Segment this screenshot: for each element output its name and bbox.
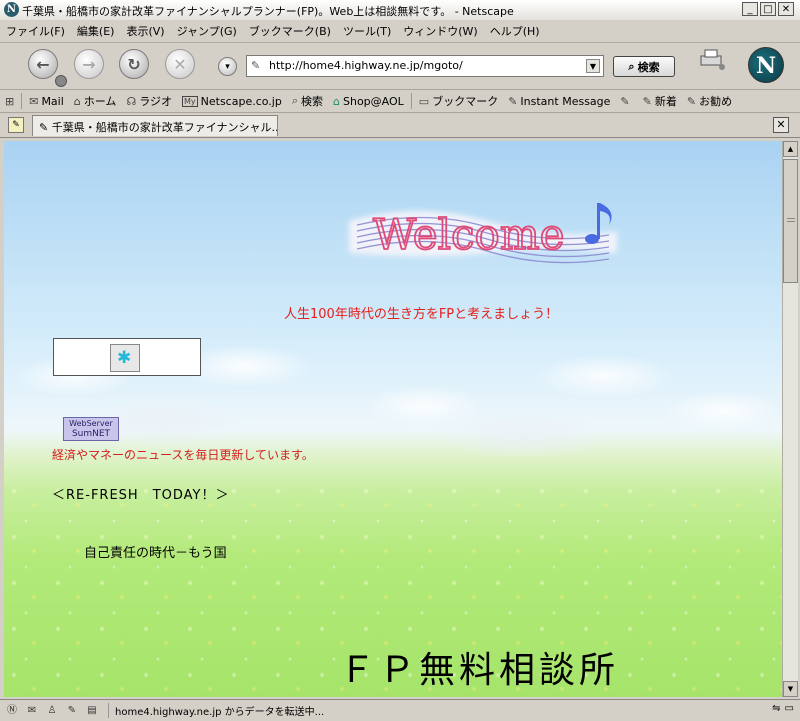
- menu-bookmarks[interactable]: ブックマーク(B): [243, 23, 337, 39]
- netscape-status-icon[interactable]: Ⓝ: [4, 704, 20, 718]
- composer-icon[interactable]: ✎: [64, 704, 80, 718]
- tab-bar: ✎ ✎ 千葉県・船橋市の家計改革ファイナンシャル... ✕: [0, 113, 800, 138]
- bookmark-shop-aol[interactable]: ⌂ Shop@AOL: [328, 95, 409, 108]
- netscape-logo[interactable]: N: [748, 47, 784, 83]
- navigation-toolbar: ← → ↻ ✕ ▾ ✎ http://home4.highway.ne.jp/m…: [0, 43, 800, 90]
- connection-icon: ⇋: [772, 703, 781, 714]
- print-icon[interactable]: [698, 48, 726, 70]
- status-right-icons: ⇋ ▭: [772, 703, 794, 714]
- menu-go[interactable]: ジャンプ(G): [171, 23, 243, 39]
- link-icon: ✎: [642, 94, 652, 108]
- close-tab-button[interactable]: ✕: [773, 117, 789, 133]
- folder-icon: ▭: [418, 94, 430, 108]
- bookmark-unnamed[interactable]: ✎: [615, 95, 637, 108]
- tagline: 人生100年時代の生き方をFPと考えましょう！: [284, 307, 559, 322]
- url-bar[interactable]: ✎ http://home4.highway.ne.jp/mgoto/ ▼: [246, 55, 604, 77]
- mail-icon: ✉: [29, 94, 39, 108]
- menu-help[interactable]: ヘルプ(H): [484, 23, 546, 39]
- mail-status-icon[interactable]: ✉: [24, 704, 40, 718]
- scroll-up-button[interactable]: ▲: [783, 141, 798, 157]
- shop-icon: ⌂: [333, 94, 340, 108]
- radio-icon: ☊: [126, 94, 137, 108]
- welcome-text: Welcome: [373, 210, 565, 259]
- missing-plugin-icon: ✱: [110, 344, 140, 372]
- status-text: home4.highway.ne.jp からデータを転送中...: [108, 703, 324, 718]
- bookmarks-toolbar: ⊞ ✉ Mail ⌂ ホーム ☊ ラジオ My Netscape.co.jp ⌕ 検索 ⌂…: [0, 90, 800, 113]
- netscape-app-icon: N: [4, 2, 19, 17]
- tab-icon: ⊞: [5, 94, 15, 108]
- forward-button[interactable]: →: [74, 49, 104, 79]
- maximize-button[interactable]: □: [760, 2, 776, 16]
- menu-bar: ファイル(F) 編集(E) 表示(V) ジャンプ(G) ブックマーク(B) ツー…: [0, 20, 800, 43]
- bookmark-home-tab[interactable]: ⊞: [0, 95, 19, 108]
- magnifier-icon: ⌕: [628, 59, 635, 73]
- menu-tools[interactable]: ツール(T): [337, 23, 397, 39]
- bookmark-new[interactable]: ✎ 新着: [638, 93, 682, 109]
- search-button[interactable]: ⌕ 検索: [613, 56, 675, 77]
- status-bar: Ⓝ ✉ ♙ ✎ ▤ home4.highway.ne.jp からデータを転送中.…: [0, 699, 800, 721]
- address-book-icon[interactable]: ▤: [84, 704, 100, 718]
- self-responsibility-text: 自己責任の時代－もう国: [84, 546, 227, 561]
- bookmark-radio[interactable]: ☊ ラジオ: [121, 93, 177, 109]
- plugin-placeholder[interactable]: ✱: [53, 338, 201, 376]
- im-status-icon[interactable]: ♙: [44, 704, 60, 718]
- home-icon: ⌂: [73, 94, 81, 108]
- menu-file[interactable]: ファイル(F): [0, 23, 71, 39]
- bookmark-home[interactable]: ⌂ ホーム: [69, 93, 122, 109]
- bookmark-recommended[interactable]: ✎ お勧め: [682, 93, 737, 109]
- security-icon: ▭: [784, 703, 794, 714]
- message-icon: ✎: [508, 94, 518, 108]
- my-netscape-icon: My: [182, 95, 198, 107]
- bookmark-mail[interactable]: ✉ Mail: [24, 95, 69, 108]
- bookmark-netscape[interactable]: My Netscape.co.jp: [177, 95, 287, 108]
- welcome-banner: Welcome: [337, 191, 627, 271]
- tab-page-icon: ✎: [39, 121, 52, 134]
- link-icon: ✎: [686, 94, 697, 108]
- back-history-dropdown[interactable]: [55, 75, 67, 87]
- reload-button[interactable]: ↻: [119, 49, 149, 79]
- menu-window[interactable]: ウィンドウ(W): [397, 23, 483, 39]
- title-bar: N 千葉県・船橋市の家計改革ファイナンシャルプランナー(FP)。Web上は相談無…: [0, 0, 800, 21]
- bookmark-instant-message[interactable]: ✎ Instant Message: [503, 95, 615, 108]
- menu-edit[interactable]: 編集(E): [71, 23, 121, 39]
- stop-button[interactable]: ✕: [165, 49, 195, 79]
- vertical-scrollbar[interactable]: ▲ ▼: [782, 141, 798, 697]
- fp-title: ＦＰ無料相談所: [339, 650, 620, 691]
- separator: [21, 93, 23, 109]
- grip-icon: [787, 218, 795, 224]
- url-text: http://home4.highway.ne.jp/mgoto/: [269, 59, 463, 72]
- tab-label: 千葉県・船橋市の家計改革ファイナンシャル...: [51, 121, 278, 134]
- url-history-dropdown[interactable]: ▾: [218, 57, 237, 76]
- news-line: 経済やマネーのニュースを毎日更新しています。: [52, 448, 314, 462]
- page-icon: ✎: [251, 59, 261, 72]
- refresh-heading: ＜RE-FRESH TODAY！＞: [52, 488, 230, 503]
- back-button[interactable]: ←: [28, 49, 58, 79]
- bookmark-search[interactable]: ⌕ 検索: [287, 93, 328, 109]
- close-window-button[interactable]: ✕: [778, 2, 794, 16]
- search-button-label: 検索: [637, 60, 660, 74]
- sumnet-badge[interactable]: WebServer SumNET: [63, 417, 119, 441]
- bookmark-bookmarks[interactable]: ▭ ブックマーク: [414, 93, 503, 109]
- separator: [410, 93, 412, 109]
- search-icon: ⌕: [291, 94, 299, 107]
- url-dropdown-button[interactable]: ▼: [586, 59, 600, 73]
- window-controls: _ □ ✕: [742, 2, 794, 16]
- scroll-down-button[interactable]: ▼: [783, 681, 798, 697]
- page-content: Welcome 人生100年時代の生き方をFPと考えましょう！ ✱ WebSer…: [4, 141, 782, 697]
- new-tab-icon[interactable]: ✎: [8, 117, 24, 133]
- menu-view[interactable]: 表示(V): [120, 23, 170, 39]
- tab-active[interactable]: ✎ 千葉県・船橋市の家計改革ファイナンシャル...: [32, 115, 278, 136]
- window-title: 千葉県・船橋市の家計改革ファイナンシャルプランナー(FP)。Web上は相談無料で…: [22, 5, 514, 18]
- scroll-thumb[interactable]: [783, 159, 798, 283]
- link-icon: ✎: [620, 94, 630, 108]
- minimize-button[interactable]: _: [742, 2, 758, 16]
